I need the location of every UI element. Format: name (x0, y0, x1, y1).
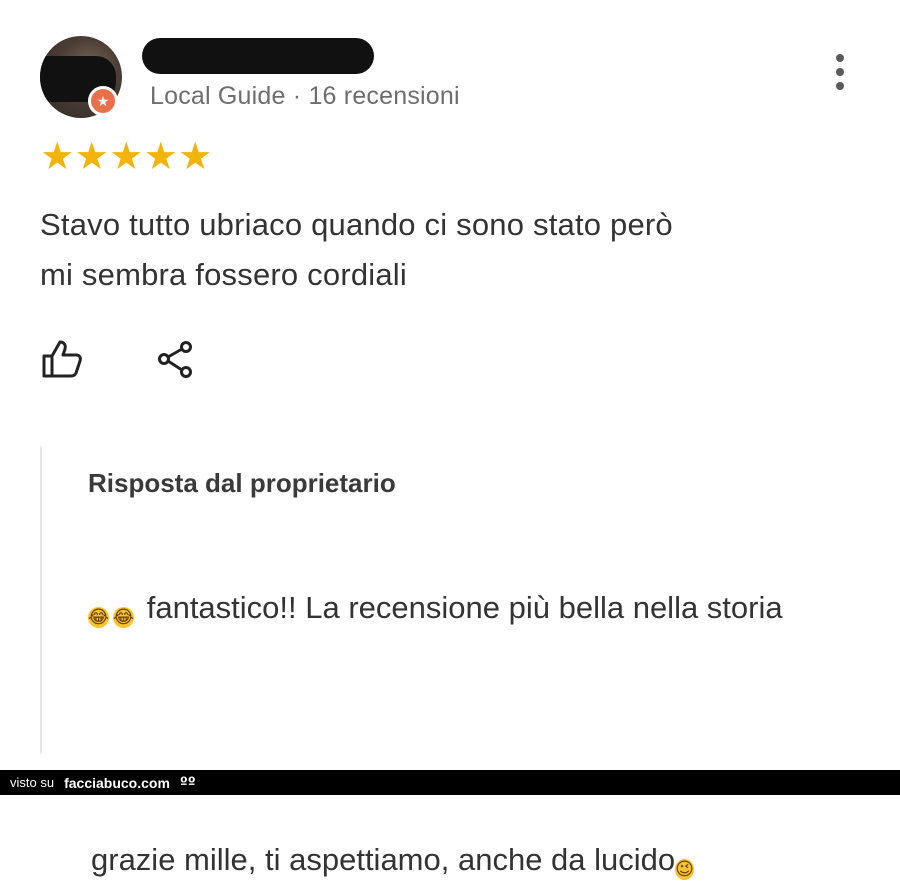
review-actions (40, 338, 196, 380)
owner-reply-part1: fantastico!! La recensione più bella nel… (146, 590, 783, 625)
top-arrow-emoji-icon: ⬆ TOP (88, 808, 858, 834)
laughing-emoji-icon: 😂 (88, 607, 110, 628)
owner-reply-title: Risposta dal proprietario (88, 468, 396, 498)
eyes-logo-icon: ºº (179, 774, 196, 791)
owner-reply-part2: grazie mille, ti aspettiamo, anche da lu… (91, 842, 676, 877)
more-vertical-icon[interactable] (826, 52, 854, 92)
local-guide-badge-icon: ★ (88, 86, 118, 116)
star-icon: ★ (74, 134, 109, 178)
username-redaction (142, 38, 374, 74)
top-arrow-emoji-icon: ⬆ TOP (88, 724, 858, 750)
wink-emoji-icon: 😉 (675, 859, 694, 880)
star-rating: ★ ★ ★ ★ ★ (40, 136, 213, 176)
watermark-bar: visto su facciabuco.com ºº (0, 770, 900, 795)
owner-reply-text: 😂 😂 fantastico!! La recensione più bella … (88, 582, 858, 892)
thumbs-up-icon[interactable] (40, 338, 84, 380)
user-meta: Local Guide · 16 recensioni (150, 82, 460, 110)
top-arrow-emoji-icon: ⬆ TOP (88, 640, 858, 666)
watermark-site[interactable]: facciabuco.com (64, 775, 170, 791)
star-icon: ★ (143, 134, 178, 178)
more-dot (836, 54, 844, 62)
more-dot (836, 68, 844, 76)
laughing-emoji-icon: 😂 (113, 607, 135, 628)
review-line: mi sembra fossero cordiali (40, 257, 407, 292)
review-text: Stavo tutto ubriaco quando ci sono stato… (40, 200, 820, 300)
owner-reply: Risposta dal proprietario 😂 😂 fantastico!… (40, 446, 862, 880)
share-icon[interactable] (156, 339, 196, 379)
star-icon: ★ (178, 134, 213, 178)
more-dot (836, 82, 844, 90)
review-line: Stavo tutto ubriaco quando ci sono stato… (40, 207, 673, 242)
star-icon: ★ (109, 134, 144, 178)
watermark-visto-su: visto su (10, 775, 55, 790)
star-icon: ★ (40, 134, 75, 178)
